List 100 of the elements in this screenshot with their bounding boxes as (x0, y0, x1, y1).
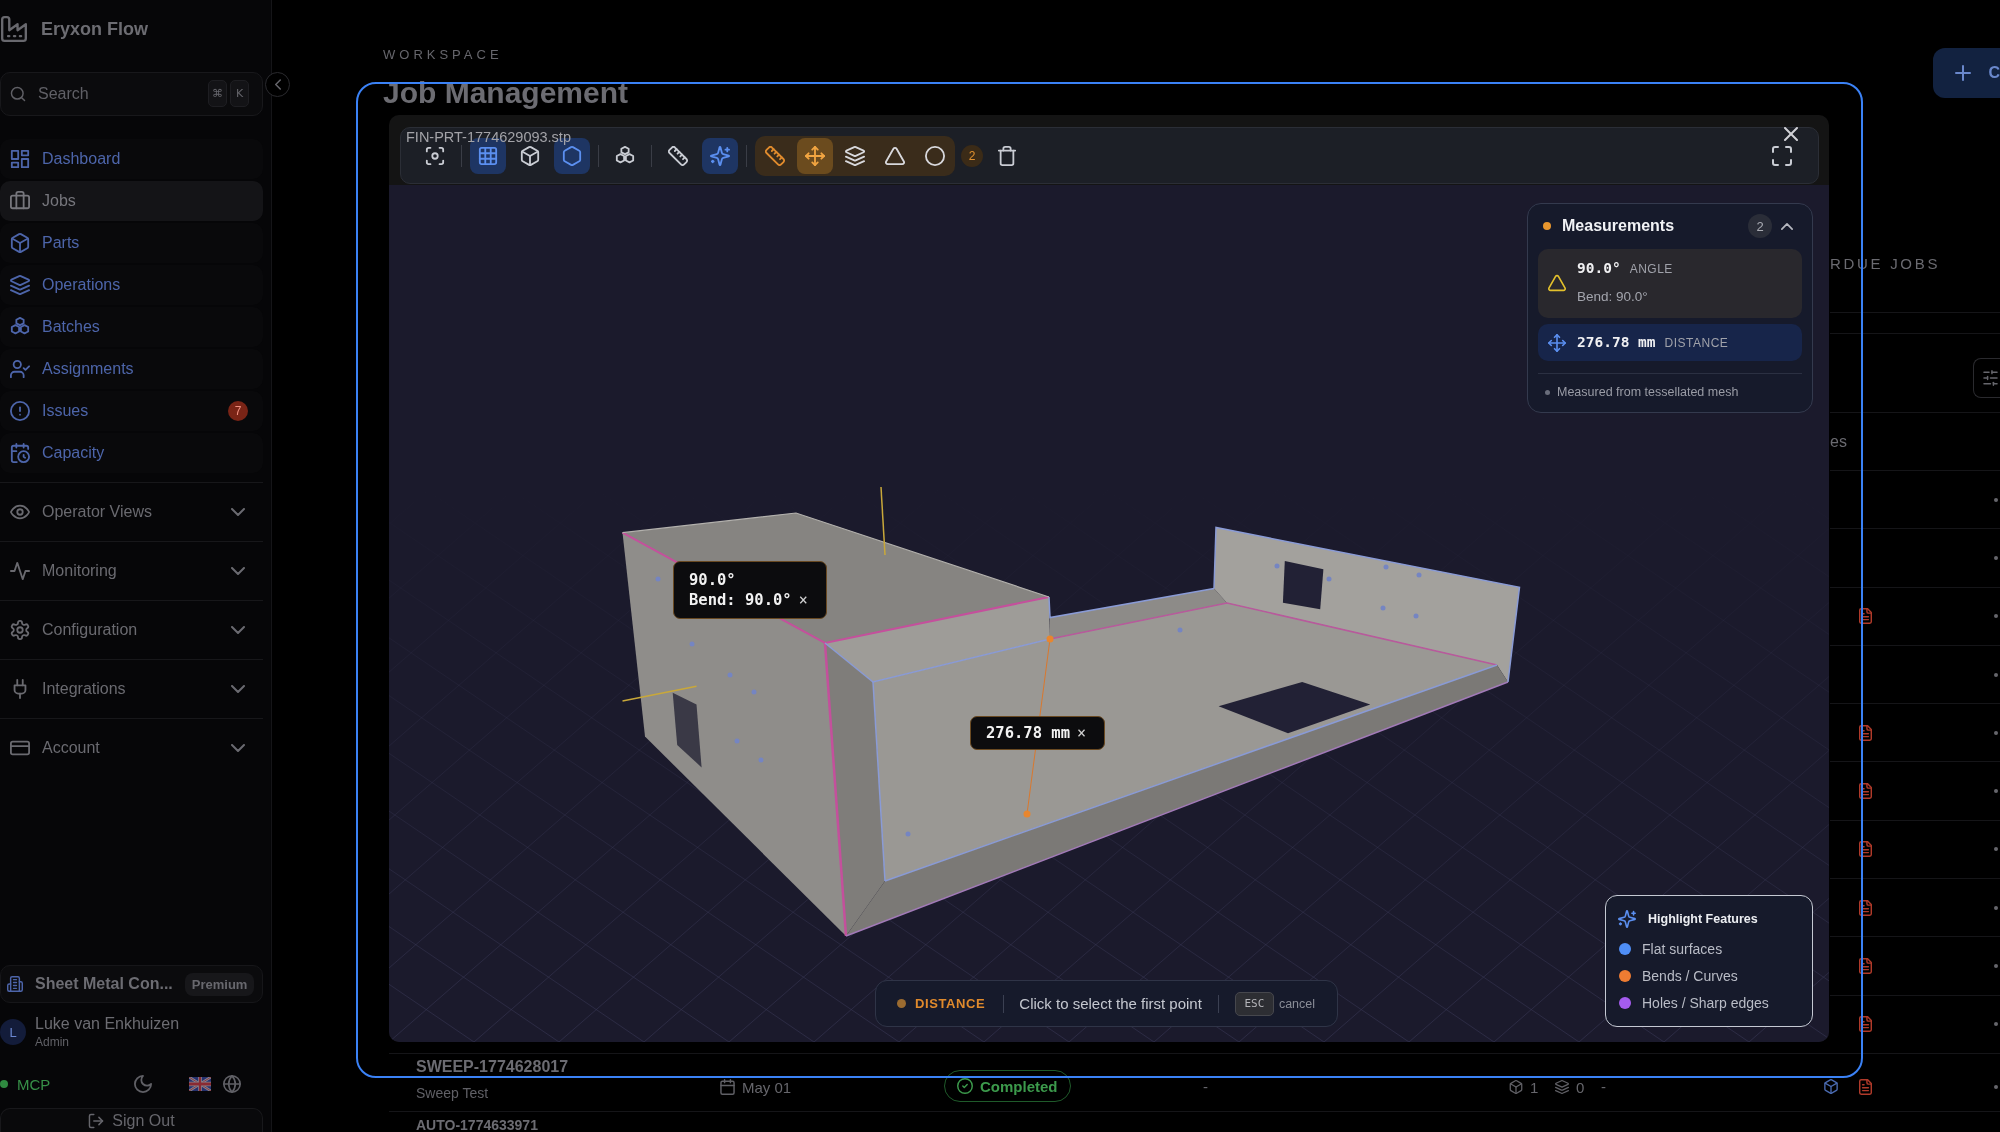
primary-button[interactable]: C (1933, 48, 2000, 98)
tag-text: 276.78 mm (986, 723, 1070, 743)
briefcase-icon (10, 191, 30, 211)
dot-icon (1994, 497, 1998, 502)
file-icon[interactable] (1859, 608, 1872, 625)
measurement-tag[interactable]: 90.0° Bend: 90.0° × (673, 561, 827, 619)
tag-text: 90.0° (689, 570, 736, 590)
file-icon[interactable] (1859, 724, 1872, 741)
nav-group[interactable]: Monitoring (0, 541, 263, 600)
cubes-icon (615, 145, 635, 166)
calendar-icon (720, 1079, 735, 1095)
nav-group[interactable]: Integrations (0, 659, 263, 718)
legend-title: Highlight Features (1648, 912, 1758, 926)
card-icon (10, 738, 30, 758)
brand-name: Eryxon Flow (41, 18, 148, 40)
nav-item[interactable]: Jobs (0, 181, 263, 221)
measurement-type: ANGLE (1629, 261, 1673, 278)
layers-icon (1555, 1080, 1569, 1094)
flag-icon[interactable] (189, 1077, 211, 1091)
nav-group[interactable]: Operator Views (0, 482, 263, 541)
sparkles-icon (710, 145, 730, 166)
count-badge: 2 (961, 144, 983, 167)
count-badge: 7 (228, 401, 248, 421)
move-tool-button[interactable] (797, 137, 833, 174)
fullscreen-icon (1772, 145, 1792, 166)
layout-icon (10, 149, 30, 169)
nav-group[interactable]: Account (0, 718, 263, 777)
sparkles-icon (1618, 910, 1636, 928)
moon-icon[interactable] (134, 1075, 152, 1093)
nav-group[interactable]: Configuration (0, 600, 263, 659)
job-id[interactable]: SWEEP-1774628017 (416, 1058, 720, 1075)
factory-icon (1, 16, 27, 42)
status-label: Completed (980, 1077, 1058, 1095)
column-header: es (1830, 432, 1847, 451)
hexagon-icon (562, 145, 582, 166)
measurement-tag[interactable]: 276.78 mm × (970, 716, 1106, 750)
remove-button[interactable]: × (798, 590, 808, 610)
cube-icon (520, 145, 540, 166)
organization-card[interactable]: Sheet Metal Con... Premium (0, 965, 263, 1003)
measurement-card[interactable]: 276.78 mm DISTANCE (1538, 324, 1802, 361)
sheet-metal-part-drawing[interactable] (621, 512, 1521, 937)
alert-icon (10, 401, 30, 421)
file-icon[interactable] (1859, 958, 1872, 974)
file-icon[interactable] (1859, 1079, 1872, 1095)
mcp-label: MCP (17, 1075, 51, 1093)
dot-icon (1994, 1022, 1998, 1027)
plus-icon (1955, 65, 1972, 81)
table-cell-text: - (1203, 1078, 1209, 1096)
measurement-value: 276.78 mm (1577, 333, 1656, 351)
layers-icon (845, 145, 865, 166)
building-icon (7, 976, 23, 992)
settings-icon (10, 620, 30, 640)
user-check-icon (10, 359, 30, 379)
job-id[interactable]: AUTO-1774633971 (416, 1118, 720, 1132)
legend-label: Flat surfaces (1642, 941, 1723, 957)
filter-button[interactable] (1973, 358, 2000, 398)
dot-icon (1994, 1085, 1998, 1089)
dot-icon (1994, 847, 1998, 852)
dot-icon (1994, 672, 1998, 677)
file-name: FIN-PRT-1774629093.stp (406, 129, 571, 145)
measurement-type: DISTANCE (1664, 335, 1729, 352)
due-date: May 01 (742, 1078, 792, 1096)
mode-label: DISTANCE (915, 996, 986, 1011)
cube-icon[interactable] (1824, 1079, 1838, 1094)
dot-icon (1994, 614, 1998, 619)
check-circle-icon (957, 1078, 973, 1094)
sliders-icon (1983, 370, 1998, 386)
sign-out-button[interactable]: Sign Out (0, 1108, 263, 1132)
calendar-clock-icon (10, 443, 30, 463)
hint-text: Click to select the first point (1019, 995, 1202, 1012)
ruler-icon (765, 145, 785, 166)
job-name: Sweep Test (416, 1085, 490, 1101)
measurement-value: 90.0° (1577, 259, 1621, 277)
cubes-icon (10, 317, 30, 337)
file-icon[interactable] (1859, 1016, 1872, 1033)
dot-icon (1994, 964, 1998, 968)
panel-title: Measurements (1562, 217, 1675, 235)
measurement-detail: Bend: 90.0° (1577, 288, 1649, 306)
measurement-card[interactable]: 90.0° ANGLE Bend: 90.0° (1538, 249, 1802, 318)
triangle-icon (1548, 273, 1566, 292)
legend-label: Holes / Sharp edges (1642, 995, 1769, 1011)
sparkles-button[interactable] (702, 137, 738, 174)
pulse-icon (10, 561, 30, 581)
page-title: Job Management (383, 75, 629, 111)
user-avatar: L (0, 1019, 26, 1045)
remove-button[interactable]: × (1077, 723, 1087, 743)
layers-icon (10, 275, 30, 295)
user-role: Admin (35, 1034, 70, 1050)
user-name: Luke van Enkhuizen (35, 1014, 180, 1034)
triangle-icon (885, 145, 905, 166)
globe-icon[interactable] (223, 1075, 241, 1093)
focus-icon (425, 145, 445, 166)
file-icon[interactable] (1859, 783, 1872, 800)
log-out-icon (88, 1112, 105, 1129)
file-icon[interactable] (1859, 899, 1872, 916)
move-icon (805, 145, 825, 166)
angle-guide-line (880, 486, 886, 556)
move-icon (1548, 333, 1566, 352)
shortcut-key: ⌘ (208, 80, 227, 107)
file-icon[interactable] (1859, 841, 1872, 858)
